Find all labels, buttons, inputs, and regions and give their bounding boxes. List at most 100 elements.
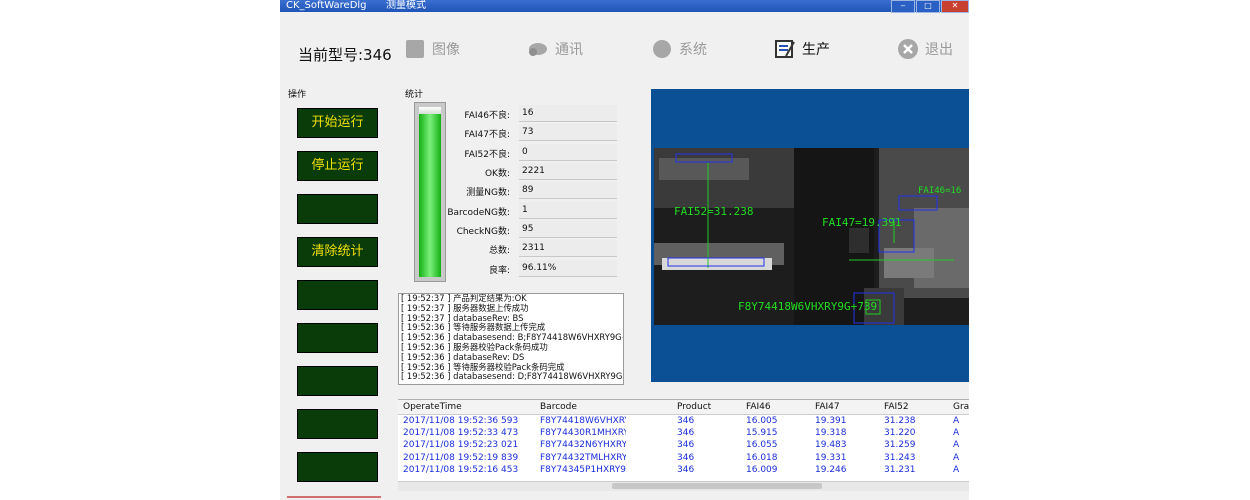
overlay-fai46: FAI46=16: [918, 186, 961, 196]
col-operate-time[interactable]: OperateTime: [403, 402, 462, 412]
stat-value-yield: 96.11%: [519, 260, 617, 277]
close-button[interactable]: ✕: [941, 0, 969, 13]
minimize-button[interactable]: ‒: [891, 0, 915, 13]
exit-icon: [898, 39, 918, 59]
col-fai46[interactable]: FAI46: [746, 402, 771, 412]
stats-label: 统计: [405, 90, 424, 100]
log-line: [ 19:52:36 ] databasesend: D;F8Y74418W6V…: [401, 371, 624, 382]
table-cell[interactable]: F8Y74432TMLHXRY9: [540, 453, 626, 463]
start-run-button[interactable]: 开始运行: [297, 108, 378, 138]
table-cell[interactable]: 346: [677, 428, 743, 438]
table-cell[interactable]: 346: [677, 440, 743, 450]
table-cell[interactable]: 16.055: [746, 440, 812, 450]
table-cell[interactable]: 16.009: [746, 465, 812, 475]
table-cell[interactable]: 31.243: [884, 453, 950, 463]
table-cell[interactable]: 19.483: [815, 440, 881, 450]
main-window: CK_SoftWareDlg 测量模式 ‒ □ ✕ 当前型号:346 图像 通讯…: [280, 0, 969, 500]
col-fai47[interactable]: FAI47: [815, 402, 840, 412]
col-product[interactable]: Product: [677, 402, 711, 412]
network-icon: [529, 43, 547, 56]
table-cell[interactable]: F8Y74345P1HXRY9: [540, 465, 626, 475]
stat-label-barcode-ng: BarcodeNG数:: [447, 208, 510, 218]
table-cell[interactable]: 31.220: [884, 428, 950, 438]
stat-value-ok: 2221: [519, 163, 617, 180]
stat-value-fai47: 73: [519, 124, 617, 141]
table-cell[interactable]: 19.331: [815, 453, 881, 463]
tab-network-label: 通讯: [555, 42, 583, 58]
stat-value-fai52: 0: [519, 144, 617, 161]
blank-button-4[interactable]: [297, 366, 378, 396]
maximize-button[interactable]: □: [916, 0, 940, 13]
table-cell[interactable]: F8Y74418W6VHXRY9: [540, 416, 626, 426]
title-bar: CK_SoftWareDlg 测量模式 ‒ □ ✕: [280, 0, 969, 13]
window-controls: ‒ □ ✕: [891, 0, 969, 13]
table-cell[interactable]: F8Y74430R1MHXRY9: [540, 428, 626, 438]
table-cell[interactable]: 31.259: [884, 440, 950, 450]
table-cell[interactable]: A: [953, 416, 969, 426]
table-cell[interactable]: 346: [677, 416, 743, 426]
tab-production[interactable]: 生产: [774, 34, 830, 64]
stat-label-ok: OK数:: [484, 169, 510, 179]
stat-label-fai46: FAI46不良:: [464, 111, 510, 121]
table-cell[interactable]: 2017/11/08 19:52:19 839: [403, 453, 537, 463]
horizontal-scrollbar[interactable]: [398, 481, 969, 491]
tab-exit[interactable]: 退出: [897, 34, 953, 64]
table-cell[interactable]: 15.915: [746, 428, 812, 438]
table-cell[interactable]: 19.318: [815, 428, 881, 438]
production-icon: [775, 40, 795, 58]
tab-image-label: 图像: [432, 42, 460, 58]
col-barcode[interactable]: Barcode: [540, 402, 577, 412]
blank-button-2[interactable]: [297, 280, 378, 310]
stat-value-barcode-ng: 1: [519, 202, 617, 219]
table-cell[interactable]: 31.238: [884, 416, 950, 426]
table-cell[interactable]: F8Y74432N6YHXRY9: [540, 440, 626, 450]
table-cell[interactable]: 2017/11/08 19:52:23 021: [403, 440, 537, 450]
table-cell[interactable]: 2017/11/08 19:52:33 473: [403, 428, 537, 438]
stat-label-fai52: FAI52不良:: [464, 150, 510, 160]
results-table[interactable]: OperateTime Barcode Product FAI46 FAI47 …: [398, 399, 969, 482]
table-cell[interactable]: 19.246: [815, 465, 881, 475]
table-cell[interactable]: 346: [677, 453, 743, 463]
stop-run-button[interactable]: 停止运行: [297, 151, 378, 181]
tab-image[interactable]: 图像: [404, 34, 460, 64]
table-cell[interactable]: 2017/11/08 19:52:36 593: [403, 416, 537, 426]
table-cell[interactable]: A: [953, 465, 969, 475]
scrollbar-thumb[interactable]: [612, 483, 822, 489]
table-cell[interactable]: 31.231: [884, 465, 950, 475]
stat-label-yield: 良率:: [488, 266, 510, 276]
window-title: CK_SoftWareDlg: [286, 0, 367, 11]
log-list[interactable]: [ 19:52:37 ] 产品判定结果为:OK [ 19:52:37 ] 服务器…: [398, 293, 624, 385]
tab-production-label: 生产: [802, 42, 830, 58]
col-fai52[interactable]: FAI52: [884, 402, 909, 412]
table-cell[interactable]: 16.005: [746, 416, 812, 426]
blank-button-1[interactable]: [297, 194, 378, 224]
stat-label-check-ng: CheckNG数:: [456, 227, 510, 237]
tab-network[interactable]: 通讯: [527, 34, 583, 64]
image-icon: [406, 40, 424, 58]
camera-image[interactable]: FAI52=31.238 FAI47=19.391 F8Y74418W6VHXR…: [654, 148, 969, 325]
bottom-divider: [287, 496, 381, 498]
clear-stats-button[interactable]: 清除统计: [297, 237, 378, 267]
blank-button-6[interactable]: [297, 452, 378, 482]
table-cell[interactable]: A: [953, 428, 969, 438]
stat-value-check-ng: 95: [519, 221, 617, 238]
table-cell[interactable]: A: [953, 453, 969, 463]
main-tabs: 图像 通讯 系统 生产 退出: [280, 34, 969, 66]
stat-label-fai47: FAI47不良:: [464, 130, 510, 140]
stat-value-total: 2311: [519, 240, 617, 257]
table-cell[interactable]: A: [953, 440, 969, 450]
overlay-fai47: FAI47=19.391: [822, 216, 901, 229]
table-cell[interactable]: 19.391: [815, 416, 881, 426]
table-cell[interactable]: 16.018: [746, 453, 812, 463]
blank-button-3[interactable]: [297, 323, 378, 353]
gauge-fill: [419, 114, 441, 277]
col-grade[interactable]: Gra: [953, 402, 969, 412]
tab-system-label: 系统: [679, 42, 707, 58]
table-cell[interactable]: 346: [677, 465, 743, 475]
blank-button-5[interactable]: [297, 409, 378, 439]
tab-system[interactable]: 系统: [651, 34, 707, 64]
overlay-barcode: F8Y74418W6VHXRY9G+739: [738, 300, 877, 313]
table-cell[interactable]: 2017/11/08 19:52:16 453: [403, 465, 537, 475]
stat-value-measure-ng: 89: [519, 182, 617, 199]
tab-exit-label: 退出: [925, 42, 953, 58]
